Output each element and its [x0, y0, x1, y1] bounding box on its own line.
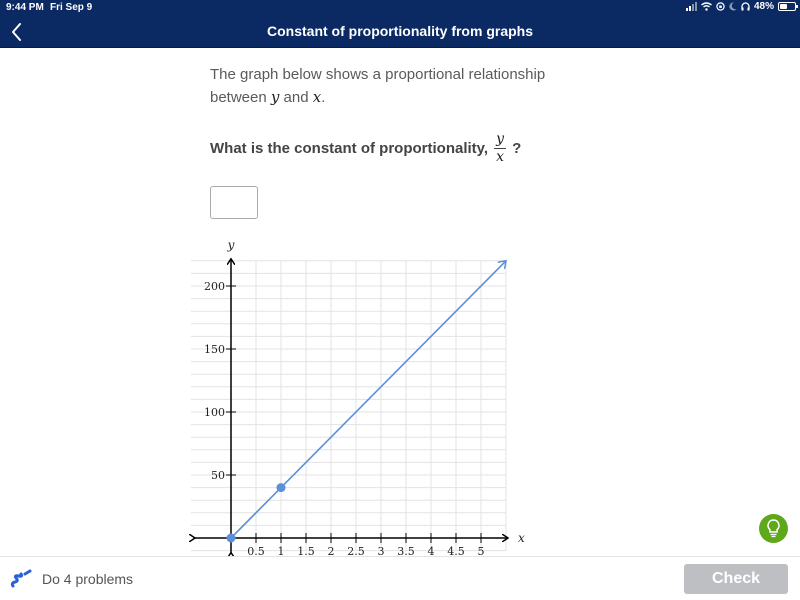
y-tick-label: 200	[204, 280, 225, 293]
y-axis-label: y	[227, 238, 235, 252]
hint-button[interactable]	[759, 514, 788, 543]
progress-label: Do 4 problems	[42, 571, 134, 587]
proportional-graph: 0.5 1 1.5 2 2.5 3 3.5 4 4.5 550100150200xy	[0, 238, 525, 600]
x-axis-label: x	[518, 531, 525, 545]
lightbulb-icon	[767, 519, 780, 538]
squiggle-progress-icon	[10, 569, 32, 588]
data-point	[276, 483, 286, 493]
bottom-bar: Do 4 problems	[0, 556, 800, 600]
check-button[interactable]: Check	[684, 564, 788, 594]
data-point	[226, 533, 236, 543]
y-tick-label: 50	[211, 469, 225, 482]
y-tick-label: 100	[204, 406, 225, 419]
y-tick-label: 150	[204, 343, 225, 356]
